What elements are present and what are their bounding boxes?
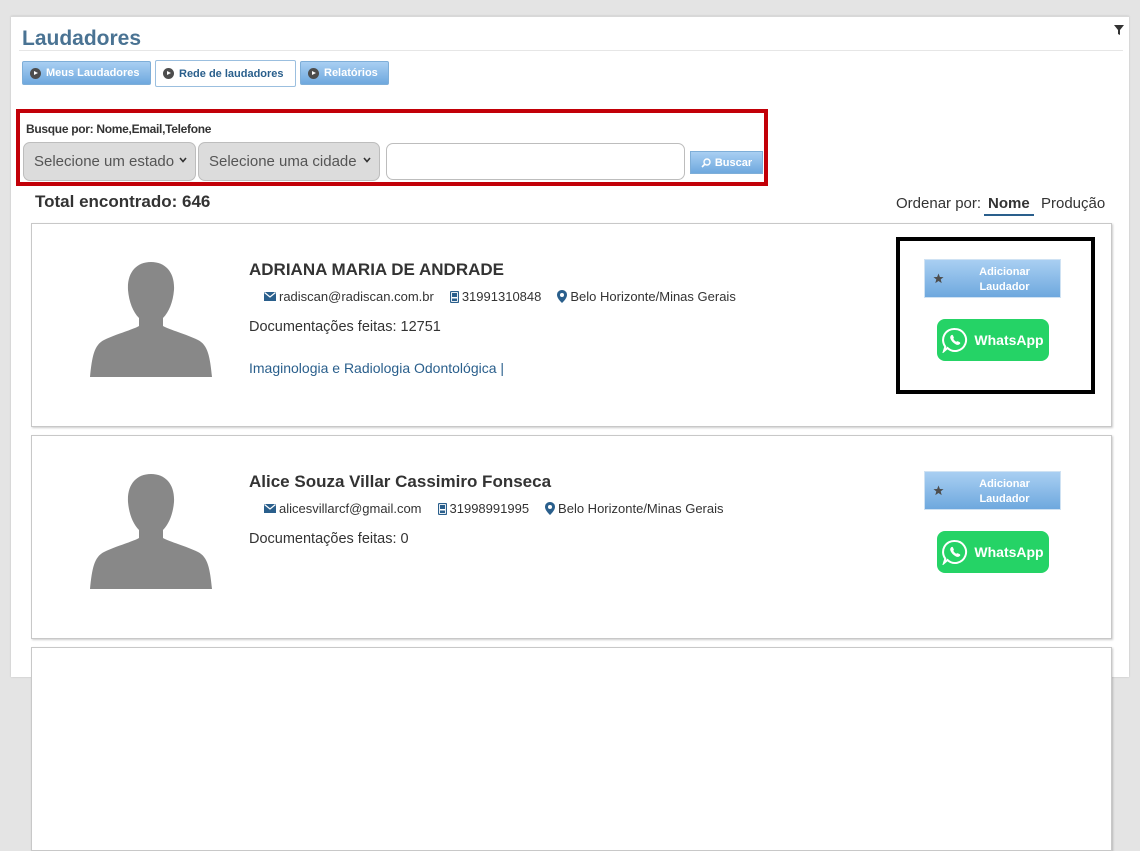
search-section: Busque por: Nome,Email,Telefone Selecion… — [16, 109, 768, 186]
email-text: radiscan@radiscan.com.br — [279, 289, 434, 304]
user-avatar-icon — [90, 262, 212, 377]
star-icon — [933, 273, 944, 284]
map-pin-icon — [545, 502, 556, 515]
contact-info: alicesvillarcf@gmail.com 31998991995 Bel… — [264, 501, 740, 516]
whatsapp-icon — [942, 539, 968, 565]
mail-icon — [264, 292, 276, 301]
chevron-down-icon — [363, 157, 371, 163]
phone-item: 31991310848 — [449, 289, 542, 304]
whatsapp-button[interactable]: WhatsApp — [937, 319, 1049, 361]
phone-icon — [449, 290, 459, 303]
add-laudador-label: Adicionar Laudador — [979, 266, 1030, 293]
laudador-card: ADRIANA MARIA DE ANDRADE radiscan@radisc… — [31, 223, 1112, 427]
add-laudador-button[interactable]: Adicionar Laudador — [924, 259, 1061, 298]
title-divider — [19, 50, 1123, 51]
search-button-label: Buscar — [714, 156, 753, 169]
add-laudador-button[interactable]: Adicionar Laudador — [924, 471, 1061, 510]
tab-rede-de-laudadores[interactable]: Rede de laudadores — [155, 60, 296, 87]
filter-icon[interactable] — [1113, 24, 1125, 36]
play-circle-icon — [308, 67, 319, 79]
tab-meus-laudadores[interactable]: Meus Laudadores — [22, 61, 151, 85]
add-laudador-label: Adicionar Laudador — [979, 478, 1030, 505]
search-icon — [701, 157, 711, 168]
search-label: Busque por: Nome,Email,Telefone — [26, 122, 212, 136]
chevron-down-icon — [179, 157, 187, 163]
play-circle-icon — [163, 68, 174, 79]
location-text: Belo Horizonte/Minas Gerais — [558, 501, 724, 516]
order-label: Ordenar por: — [896, 195, 982, 212]
search-button[interactable]: Buscar — [690, 151, 763, 174]
city-select-value: Selecione uma cidade — [209, 153, 357, 170]
location-text: Belo Horizonte/Minas Gerais — [570, 289, 736, 304]
location-item: Belo Horizonte/Minas Gerais — [557, 289, 736, 304]
whatsapp-label: WhatsApp — [974, 332, 1044, 348]
laudador-card: Alice Souza Villar Cassimiro Fonseca ali… — [31, 435, 1112, 639]
documentation-count: Documentações feitas: 0 — [249, 531, 409, 547]
specialty-link[interactable]: Imaginologia e Radiologia Odontológica | — [249, 360, 504, 376]
tab-relatorios[interactable]: Relatórios — [300, 61, 389, 85]
state-select-value: Selecione um estado — [34, 153, 175, 170]
location-item: Belo Horizonte/Minas Gerais — [545, 501, 724, 516]
email-item: radiscan@radiscan.com.br — [264, 289, 434, 304]
whatsapp-icon — [942, 327, 968, 353]
city-select[interactable]: Selecione uma cidade — [198, 142, 380, 181]
page-title: Laudadores — [22, 27, 142, 50]
user-avatar-icon — [90, 474, 212, 589]
documentation-count: Documentações feitas: 12751 — [249, 319, 441, 335]
mail-icon — [264, 504, 276, 513]
contact-info: radiscan@radiscan.com.br 31991310848 Bel… — [264, 289, 752, 304]
phone-text: 31998991995 — [449, 501, 530, 516]
main-panel: Laudadores Meus Laudadores Rede de lauda… — [11, 16, 1129, 851]
state-select[interactable]: Selecione um estado — [23, 142, 196, 181]
order-by-production[interactable]: Produção — [1041, 195, 1105, 212]
play-circle-icon — [30, 67, 41, 79]
map-pin-icon — [557, 290, 568, 303]
laudador-name: ADRIANA MARIA DE ANDRADE — [249, 260, 504, 279]
phone-item: 31998991995 — [437, 501, 530, 516]
email-text: alicesvillarcf@gmail.com — [279, 501, 422, 516]
search-input[interactable] — [386, 143, 685, 180]
star-icon — [933, 485, 944, 496]
order-by-name[interactable]: Nome — [984, 195, 1034, 216]
tab-label: Rede de laudadores — [179, 67, 284, 80]
tab-label: Relatórios — [324, 67, 378, 79]
whatsapp-button[interactable]: WhatsApp — [937, 531, 1049, 573]
email-item: alicesvillarcf@gmail.com — [264, 501, 422, 516]
whatsapp-label: WhatsApp — [974, 544, 1044, 560]
phone-text: 31991310848 — [461, 289, 542, 304]
laudador-name: Alice Souza Villar Cassimiro Fonseca — [249, 472, 552, 491]
phone-icon — [437, 502, 447, 515]
tab-label: Meus Laudadores — [46, 67, 140, 79]
total-count: Total encontrado: 646 — [35, 192, 211, 211]
laudador-card — [31, 647, 1112, 851]
